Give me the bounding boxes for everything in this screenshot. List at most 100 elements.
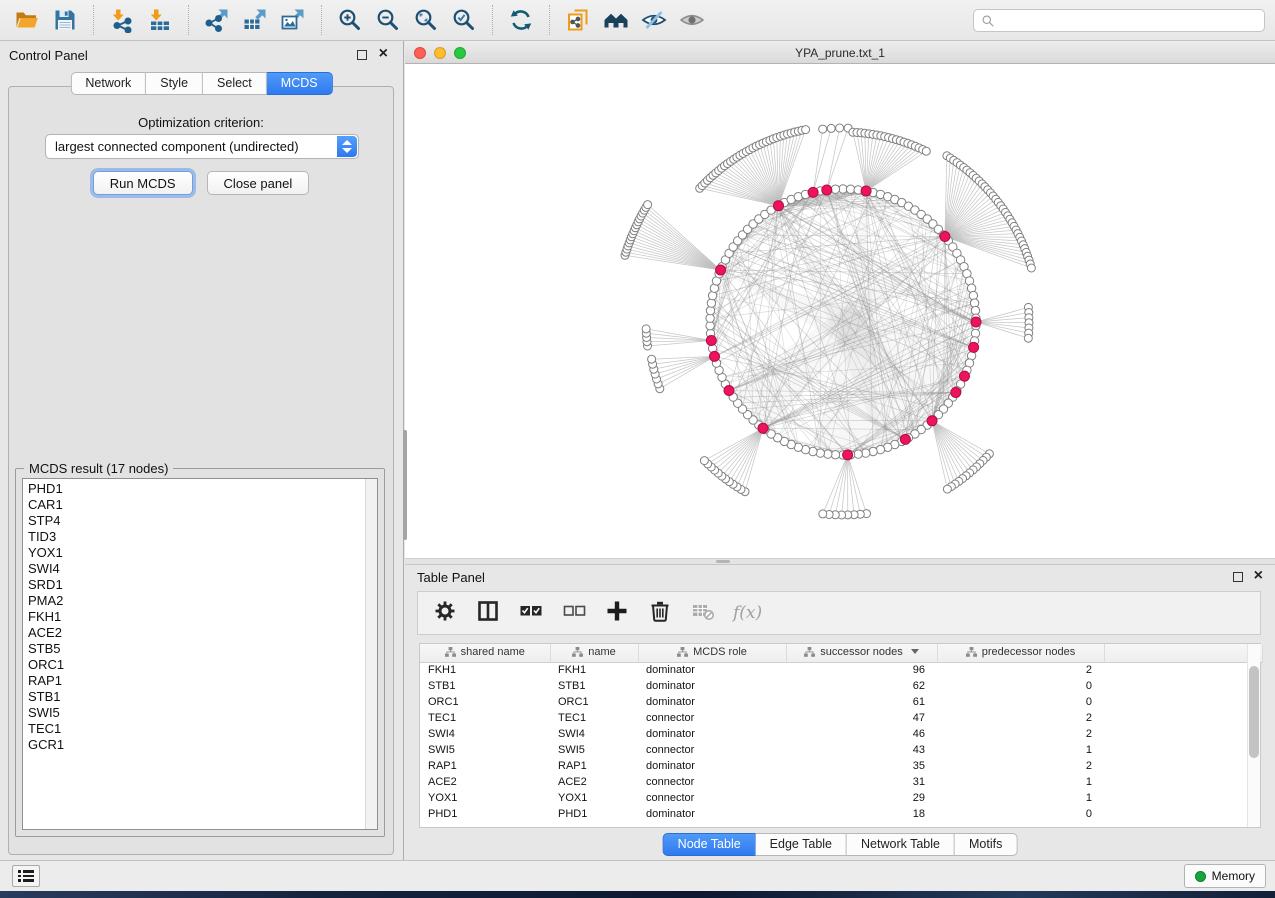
function-builder-button[interactable]: f(x) bbox=[733, 603, 762, 623]
application-window: Control Panel × NetworkStyleSelectMCDS O… bbox=[0, 0, 1275, 891]
first-neighbors-button[interactable] bbox=[597, 3, 635, 37]
tab-edge-table[interactable]: Edge Table bbox=[756, 833, 847, 856]
import-network-button[interactable] bbox=[103, 3, 141, 37]
search-input[interactable] bbox=[1000, 10, 1260, 31]
attribute-type-icon bbox=[445, 647, 456, 657]
control-panel-close-button[interactable]: × bbox=[379, 44, 388, 64]
result-node-item[interactable]: TEC1 bbox=[28, 721, 64, 737]
table-panel-float-button[interactable] bbox=[1233, 572, 1243, 582]
tab-network-table[interactable]: Network Table bbox=[847, 833, 955, 856]
copy-network-icon bbox=[565, 7, 591, 33]
control-panel-float-button[interactable] bbox=[357, 50, 367, 60]
add-icon bbox=[604, 598, 630, 624]
tab-network[interactable]: Network bbox=[70, 72, 146, 95]
zoom-fit-icon bbox=[413, 7, 439, 33]
result-node-item[interactable]: TID3 bbox=[28, 529, 64, 545]
table-scrollbar-thumb[interactable] bbox=[1249, 666, 1259, 758]
result-node-item[interactable]: STB1 bbox=[28, 689, 64, 705]
criterion-select[interactable]: largest connected component (undirected) bbox=[45, 134, 359, 159]
tab-style[interactable]: Style bbox=[146, 72, 203, 95]
result-node-item[interactable]: RAP1 bbox=[28, 673, 64, 689]
horizontal-splitter[interactable] bbox=[405, 558, 1275, 565]
run-mcds-button[interactable]: Run MCDS bbox=[93, 171, 193, 195]
result-node-item[interactable]: PMA2 bbox=[28, 593, 64, 609]
result-node-item[interactable]: YOX1 bbox=[28, 545, 64, 561]
result-node-item[interactable]: SWI5 bbox=[28, 705, 64, 721]
delete-button[interactable] bbox=[647, 598, 673, 629]
result-list-scrollbar[interactable] bbox=[365, 479, 377, 829]
add-button[interactable] bbox=[604, 598, 630, 629]
table-row[interactable]: ACE2ACE2connector311 bbox=[420, 774, 1263, 790]
copy-network-button[interactable] bbox=[559, 3, 597, 37]
select-all-icon bbox=[518, 598, 544, 624]
table-row[interactable]: STB1STB1dominator620 bbox=[420, 678, 1263, 694]
import-table-button[interactable] bbox=[141, 3, 179, 37]
zoom-selected-button[interactable] bbox=[445, 3, 483, 37]
network-window-titlebar: YPA_prune.txt_1 bbox=[405, 41, 1275, 64]
save-button[interactable] bbox=[46, 3, 84, 37]
memory-button[interactable]: Memory bbox=[1184, 864, 1266, 888]
result-node-item[interactable]: STP4 bbox=[28, 513, 64, 529]
table-panel: Table Panel × f(x) shared namenameMCDS r… bbox=[405, 565, 1275, 858]
show-all-button[interactable] bbox=[673, 3, 711, 37]
mcds-result-list[interactable]: PHD1CAR1STP4TID3YOX1SWI4SRD1PMA2FKH1ACE2… bbox=[22, 478, 378, 830]
zoom-out-button[interactable] bbox=[369, 3, 407, 37]
zoom-fit-button[interactable] bbox=[407, 3, 445, 37]
export-image-icon bbox=[280, 7, 306, 33]
table-scrollbar[interactable] bbox=[1247, 644, 1260, 827]
delete-icon bbox=[647, 598, 673, 624]
network-graph[interactable] bbox=[405, 64, 1275, 558]
mcds-result-group: MCDS result (17 nodes) PHD1CAR1STP4TID3Y… bbox=[15, 468, 385, 837]
table-row[interactable]: SWI5SWI5connector431 bbox=[420, 742, 1263, 758]
result-node-item[interactable]: SWI4 bbox=[28, 561, 64, 577]
export-network-button[interactable] bbox=[198, 3, 236, 37]
table-row[interactable]: SWI4SWI4dominator462 bbox=[420, 726, 1263, 742]
table-row[interactable]: TEC1TEC1connector472 bbox=[420, 710, 1263, 726]
open-file-button[interactable] bbox=[8, 3, 46, 37]
table-row[interactable]: PHD1PHD1dominator180 bbox=[420, 806, 1263, 822]
export-network-icon bbox=[204, 7, 230, 33]
panel-list-button[interactable] bbox=[12, 865, 40, 887]
export-table-button[interactable] bbox=[236, 3, 274, 37]
refresh-layout-button[interactable] bbox=[502, 3, 540, 37]
result-node-item[interactable]: SRD1 bbox=[28, 577, 64, 593]
control-panel-title: Control Panel bbox=[9, 48, 88, 63]
select-all-button[interactable] bbox=[518, 598, 544, 629]
column-header-predecessor-nodes[interactable]: predecessor nodes bbox=[937, 644, 1104, 662]
result-node-item[interactable]: PHD1 bbox=[28, 481, 64, 497]
table-row[interactable]: YOX1YOX1connector291 bbox=[420, 790, 1263, 806]
tab-motifs[interactable]: Motifs bbox=[955, 833, 1017, 856]
result-node-item[interactable]: ACE2 bbox=[28, 625, 64, 641]
columns-button[interactable] bbox=[475, 598, 501, 629]
panel-splitter-handle[interactable] bbox=[403, 430, 407, 540]
table-row[interactable]: FKH1FKH1dominator962 bbox=[420, 662, 1263, 678]
result-node-item[interactable]: CAR1 bbox=[28, 497, 64, 513]
delete-table-button[interactable] bbox=[690, 598, 716, 629]
tab-node-table[interactable]: Node Table bbox=[663, 833, 756, 856]
column-header-name[interactable]: name bbox=[550, 644, 638, 662]
table-row[interactable]: RAP1RAP1dominator352 bbox=[420, 758, 1263, 774]
result-node-item[interactable]: FKH1 bbox=[28, 609, 64, 625]
column-header-MCDS-role[interactable]: MCDS role bbox=[638, 644, 786, 662]
hide-selected-button[interactable] bbox=[635, 3, 673, 37]
result-node-item[interactable]: STB5 bbox=[28, 641, 64, 657]
result-node-item[interactable]: ORC1 bbox=[28, 657, 64, 673]
zoom-in-button[interactable] bbox=[331, 3, 369, 37]
table-panel-close-button[interactable]: × bbox=[1254, 566, 1263, 586]
table-row[interactable]: ORC1ORC1dominator610 bbox=[420, 694, 1263, 710]
tab-mcds[interactable]: MCDS bbox=[267, 72, 333, 95]
column-header-successor-nodes[interactable]: successor nodes bbox=[786, 644, 937, 662]
mcds-panel: Optimization criterion: largest connecte… bbox=[8, 86, 394, 855]
tab-select[interactable]: Select bbox=[203, 72, 267, 95]
unselect-all-button[interactable] bbox=[561, 598, 587, 629]
criterion-selected-value: largest connected component (undirected) bbox=[55, 139, 299, 154]
gear-button[interactable] bbox=[432, 598, 458, 629]
export-image-button[interactable] bbox=[274, 3, 312, 37]
node-table[interactable]: shared namenameMCDS rolesuccessor nodesp… bbox=[420, 644, 1263, 822]
close-panel-button[interactable]: Close panel bbox=[207, 171, 310, 195]
toolbar-separator bbox=[321, 5, 322, 35]
column-header-shared-name[interactable]: shared name bbox=[420, 644, 550, 662]
result-node-item[interactable]: GCR1 bbox=[28, 737, 64, 753]
hide-selected-icon bbox=[641, 7, 667, 33]
attribute-type-icon bbox=[677, 647, 688, 657]
